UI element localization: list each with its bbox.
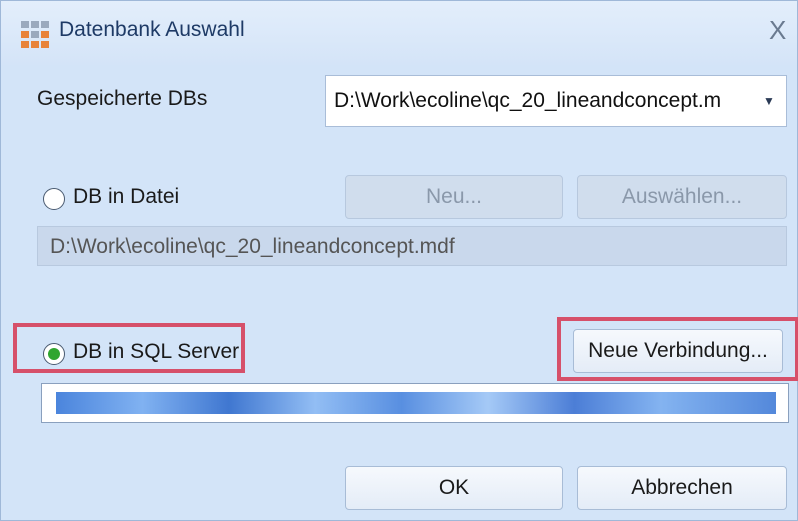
file-db-path-text: D:\Work\ecoline\qc_20_lineandconcept.mdf <box>50 235 455 258</box>
ok-button[interactable]: OK <box>345 466 563 510</box>
file-db-path-field: D:\Work\ecoline\qc_20_lineandconcept.mdf <box>37 226 787 266</box>
file-db-label[interactable]: DB in Datei <box>73 185 179 209</box>
redacted-connection-string <box>56 392 776 414</box>
select-file-button[interactable]: Auswählen... <box>577 175 787 219</box>
window-title: Datenbank Auswahl <box>59 18 245 41</box>
saved-dbs-label: Gespeicherte DBs <box>37 87 208 110</box>
title-bar: Datenbank Auswahl X <box>1 1 797 65</box>
connection-string-field[interactable] <box>41 383 789 423</box>
new-connection-highlight <box>557 317 798 381</box>
saved-dbs-selected-value: D:\Work\ecoline\qc_20_lineandconcept.m <box>334 89 722 112</box>
database-selection-dialog: Datenbank Auswahl X Gespeicherte DBs D:\… <box>0 0 798 521</box>
sql-db-highlight <box>13 323 245 373</box>
close-icon[interactable]: X <box>769 15 786 46</box>
dropdown-arrow-icon[interactable]: ▼ <box>756 86 782 116</box>
cancel-button[interactable]: Abbrechen <box>577 466 787 510</box>
app-grid-icon <box>21 21 51 49</box>
radio-unchecked-icon[interactable] <box>43 188 65 210</box>
saved-dbs-dropdown[interactable]: D:\Work\ecoline\qc_20_lineandconcept.m ▼ <box>325 75 787 127</box>
new-file-db-button[interactable]: Neu... <box>345 175 563 219</box>
